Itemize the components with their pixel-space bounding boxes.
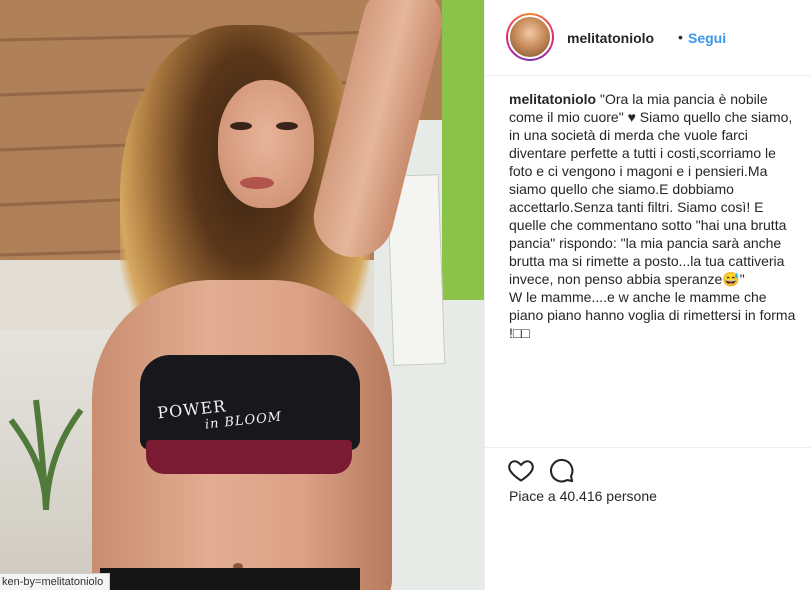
green-wall <box>442 0 484 300</box>
post-header: melitatoniolo • Segui <box>485 0 811 76</box>
avatar[interactable] <box>506 13 554 61</box>
avatar-image <box>508 15 552 59</box>
post-actions: Piace a 40.416 persone <box>485 447 811 547</box>
heart-outline-icon[interactable] <box>507 456 535 484</box>
pants <box>100 568 360 590</box>
plant-decoration <box>8 399 84 510</box>
status-bar-url: ken-by=melitatoniolo <box>0 573 111 590</box>
likes-count[interactable]: Piace a 40.416 persone <box>509 488 657 504</box>
face <box>218 80 314 208</box>
right-eye <box>276 122 298 130</box>
header-username-link[interactable]: melitatoniolo <box>567 30 654 46</box>
caption-text: "Ora la mia pancia è nobile come il mio … <box>509 91 796 341</box>
post-caption: melitatoniolo "Ora la mia pancia è nobil… <box>509 90 799 342</box>
header-separator: • <box>678 29 683 45</box>
follow-button[interactable]: Segui <box>688 30 726 46</box>
post-sidebar: melitatoniolo • Segui melitatoniolo "Ora… <box>484 0 811 590</box>
speech-bubble-icon[interactable] <box>547 456 575 484</box>
caption-username-link[interactable]: melitatoniolo <box>509 91 596 107</box>
sports-bra-band <box>146 440 352 474</box>
post-photo[interactable]: POWER in BLOOM <box>0 0 484 590</box>
lips <box>240 177 274 189</box>
left-eye <box>230 122 252 130</box>
